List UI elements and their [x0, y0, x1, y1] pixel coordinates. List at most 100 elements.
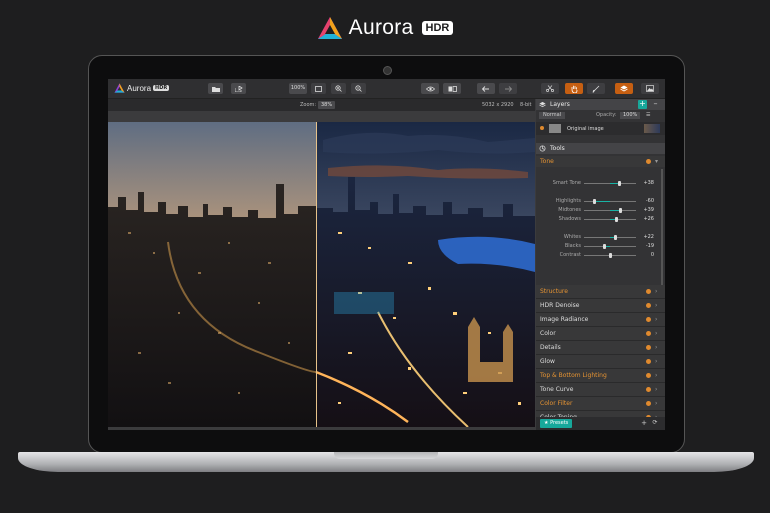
section-toggle-icon[interactable] — [646, 359, 651, 364]
slider-knob[interactable] — [608, 253, 612, 258]
brush-tool-button[interactable] — [587, 83, 605, 94]
brand-badge: HDR — [421, 21, 454, 35]
tool-section[interactable]: Image Radiance › — [536, 313, 665, 327]
tool-section-label: Top & Bottom Lighting — [540, 372, 607, 379]
presets-button[interactable]: ★ Presets — [540, 419, 573, 428]
tone-section-header[interactable]: Tone ▾ — [536, 156, 665, 167]
section-toggle-icon[interactable] — [646, 401, 651, 406]
slider-track[interactable] — [584, 246, 636, 247]
tool-section-label: Tone Curve — [540, 386, 574, 393]
opacity-select[interactable]: 100% — [620, 112, 641, 119]
brand-header: Aurora HDR — [0, 16, 770, 40]
scissors-icon — [546, 85, 554, 92]
zoom-out-button[interactable] — [351, 83, 366, 94]
zoom-select[interactable]: 38% — [318, 101, 336, 109]
section-toggle-icon[interactable] — [646, 303, 651, 308]
chevron-right-icon[interactable]: › — [655, 313, 657, 326]
layer-options: Normal Opacity: 100% ☰ — [536, 110, 665, 121]
fit-icon — [315, 85, 322, 92]
undo-button[interactable] — [477, 83, 495, 94]
open-folder-button[interactable] — [208, 83, 223, 94]
section-toggle-icon[interactable] — [646, 373, 651, 378]
section-toggle-icon[interactable] — [646, 387, 651, 392]
section-toggle-icon[interactable] — [646, 331, 651, 336]
tools-icon — [539, 145, 546, 152]
visibility-icon[interactable] — [540, 126, 544, 130]
layers-toggle-button[interactable] — [615, 83, 633, 94]
chevron-right-icon[interactable]: › — [655, 397, 657, 410]
slider-knob[interactable] — [618, 181, 622, 186]
chevron-right-icon[interactable]: › — [655, 327, 657, 340]
eye-icon — [425, 86, 435, 91]
camera-icon — [383, 66, 392, 75]
tool-section[interactable]: Top & Bottom Lighting › — [536, 369, 665, 383]
compare-button[interactable] — [443, 83, 461, 94]
aurora-logo-icon — [317, 17, 342, 39]
slider-value: +26 — [643, 216, 654, 222]
slider-row[interactable]: Smart Tone +38 — [536, 179, 665, 188]
fit-screen-button[interactable] — [311, 83, 326, 94]
layers-icon — [539, 101, 546, 108]
tool-section-label: Image Radiance — [540, 316, 589, 323]
chevron-right-icon[interactable]: › — [655, 355, 657, 368]
blend-mode-select[interactable]: Normal — [539, 112, 566, 119]
chevron-right-icon[interactable]: › — [655, 341, 657, 354]
tool-sections: Structure › HDR Denoise › Image Radiance › Col… — [536, 285, 665, 430]
section-toggle-icon[interactable] — [646, 289, 651, 294]
tool-section[interactable]: Glow › — [536, 355, 665, 369]
preview-button[interactable] — [421, 83, 439, 94]
image-view-button[interactable] — [641, 83, 659, 94]
slider-knob[interactable] — [603, 244, 607, 249]
chevron-right-icon[interactable]: › — [655, 299, 657, 312]
slider-label: Whites — [563, 234, 581, 240]
crop-tool-button[interactable] — [541, 83, 559, 94]
menu-icon[interactable]: ☰ — [646, 112, 650, 118]
add-layer-button[interactable]: + — [638, 100, 647, 109]
bit-depth: 8-bit — [520, 102, 532, 108]
tool-section[interactable]: Tone Curve › — [536, 383, 665, 397]
slider-knob[interactable] — [592, 199, 596, 204]
zoom-level-button[interactable]: 100% — [289, 83, 307, 94]
compare-divider[interactable] — [316, 122, 317, 427]
slider-knob[interactable] — [618, 208, 622, 213]
tool-section[interactable]: Color › — [536, 327, 665, 341]
tool-section[interactable]: Details › — [536, 341, 665, 355]
tool-section[interactable]: HDR Denoise › — [536, 299, 665, 313]
chevron-down-icon[interactable]: ▾ — [655, 156, 658, 167]
refresh-icon[interactable]: ⟳ — [651, 419, 659, 427]
hand-tool-button[interactable] — [565, 83, 583, 94]
redo-button[interactable] — [499, 83, 517, 94]
share-button[interactable] — [231, 83, 246, 94]
slider-track[interactable] — [584, 201, 636, 202]
undo-icon — [482, 85, 489, 92]
slider-label: Highlights — [555, 198, 581, 204]
image-canvas[interactable] — [108, 122, 535, 427]
tool-section[interactable]: Structure › — [536, 285, 665, 299]
share-icon — [234, 85, 243, 92]
chevron-right-icon[interactable]: › — [655, 369, 657, 382]
slider-row[interactable]: Blacks -19 — [536, 242, 665, 251]
slider-row[interactable]: Midtones +39 — [536, 206, 665, 215]
slider-label: Midtones — [558, 207, 581, 213]
layer-item[interactable]: Original image — [536, 122, 665, 135]
chevron-right-icon[interactable]: › — [655, 383, 657, 396]
hand-icon — [571, 85, 577, 93]
zoom-in-button[interactable] — [331, 83, 346, 94]
slider-knob[interactable] — [614, 235, 618, 240]
chevron-right-icon[interactable]: › — [655, 285, 657, 298]
slider-row[interactable]: Whites +22 — [536, 233, 665, 242]
tone-toggle-icon[interactable] — [646, 159, 651, 164]
tool-section[interactable]: Color Filter › — [536, 397, 665, 411]
section-toggle-icon[interactable] — [646, 345, 651, 350]
slider-row[interactable]: Highlights -60 — [536, 197, 665, 206]
add-preset-icon[interactable]: + — [640, 419, 648, 427]
slider-row[interactable]: Shadows +26 — [536, 215, 665, 224]
opacity-label: Opacity: — [596, 112, 617, 118]
slider-knob[interactable] — [615, 217, 619, 222]
section-toggle-icon[interactable] — [646, 317, 651, 322]
presets-label: Presets — [550, 420, 569, 426]
layer-name: Original image — [567, 126, 604, 132]
tool-section-label: Color Filter — [540, 400, 573, 407]
remove-layer-button[interactable]: – — [651, 100, 660, 109]
slider-row[interactable]: Contrast 0 — [536, 251, 665, 260]
